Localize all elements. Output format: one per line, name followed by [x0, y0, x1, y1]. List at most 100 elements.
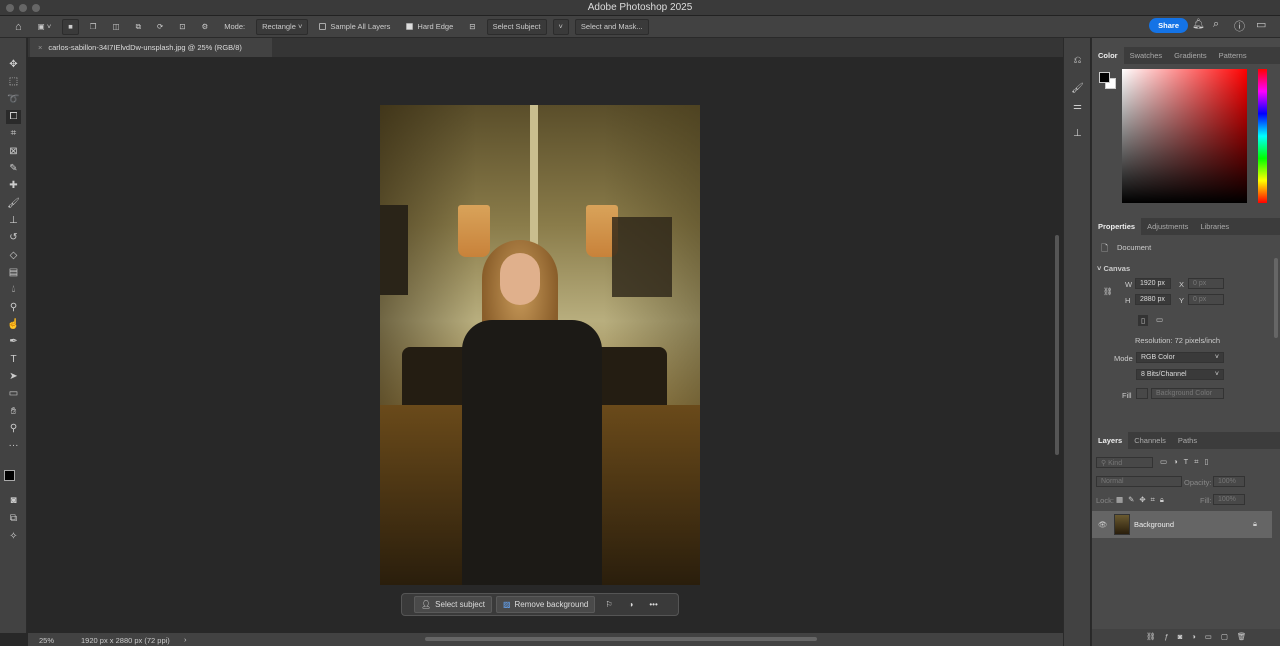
- rectangle-tool-icon[interactable]: ▭: [6, 387, 21, 401]
- new-selection-icon[interactable]: ■: [62, 18, 79, 35]
- more-tools-icon[interactable]: ···: [6, 439, 21, 453]
- sample-all-layers-checkbox[interactable]: Sample All Layers: [314, 19, 395, 35]
- opacity-field[interactable]: 100%: [1213, 476, 1245, 487]
- gradient-tool-icon[interactable]: ▤: [6, 266, 21, 280]
- generative-icon[interactable]: ✧: [6, 530, 21, 544]
- vertical-scrollbar[interactable]: [1055, 235, 1059, 455]
- intersect-selection-icon[interactable]: ⧉: [131, 19, 146, 35]
- canvas-section-toggle[interactable]: ˅ Canvas: [1097, 264, 1130, 273]
- sample-icon[interactable]: ⊡: [174, 19, 190, 35]
- stamp-tool-icon[interactable]: ⊥: [6, 214, 21, 228]
- tab-libraries[interactable]: Libraries: [1194, 218, 1235, 235]
- eye-icon[interactable]: 👁︎: [1098, 520, 1108, 529]
- hue-slider[interactable]: [1258, 69, 1267, 203]
- path-selection-icon[interactable]: ➤: [6, 370, 21, 384]
- color-field[interactable]: [1122, 69, 1247, 203]
- help-icon[interactable]: ⓘ: [1234, 18, 1245, 34]
- tab-properties[interactable]: Properties: [1092, 218, 1142, 235]
- x-field[interactable]: 0 px: [1188, 278, 1224, 289]
- workspace-icon[interactable]: ▭: [1256, 18, 1266, 31]
- type-tool-icon[interactable]: T: [6, 353, 21, 367]
- layer-kind-filter[interactable]: ⚲ Kind: [1096, 457, 1153, 468]
- select-subject-button[interactable]: Select Subject: [486, 18, 547, 35]
- hand-tool-icon[interactable]: ✋︎: [6, 405, 21, 419]
- contextual-task-bar: 👤︎ Select subject ▨ Remove background ⚐ ◑ …: [401, 593, 679, 616]
- remove-background-button[interactable]: ▨ Remove background: [495, 596, 596, 613]
- width-field[interactable]: 1920 px: [1135, 278, 1171, 289]
- refresh-icon[interactable]: ⟳: [152, 19, 168, 35]
- lasso-ctx-icon[interactable]: ⚐: [599, 596, 618, 613]
- subtract-selection-icon[interactable]: ◫: [107, 19, 124, 35]
- brush-tool-icon[interactable]: 🖌︎: [6, 197, 21, 211]
- bit-depth-select[interactable]: 8 Bits/Channel ˅: [1136, 369, 1224, 380]
- tab-paths[interactable]: Paths: [1172, 432, 1203, 449]
- smudge-tool-icon[interactable]: ☝: [6, 318, 21, 332]
- layer-actions-icons[interactable]: ⛓ƒ◙◑▭▢🗑︎: [1146, 632, 1255, 641]
- status-menu-arrow[interactable]: ›: [184, 635, 187, 644]
- brush-panel-icon[interactable]: 🖌︎: [1070, 82, 1085, 96]
- blend-mode-select[interactable]: Normal: [1096, 476, 1182, 487]
- document-tab[interactable]: × carlos-sabillon-34I7IElvdDw-unsplash.jp…: [30, 38, 272, 57]
- fill-select[interactable]: Background Color: [1151, 388, 1224, 399]
- portrait-orientation-icon[interactable]: ▯: [1138, 315, 1149, 326]
- tab-layers[interactable]: Layers: [1092, 432, 1129, 449]
- gear-icon[interactable]: ⚙: [197, 19, 214, 35]
- eyedropper-tool-icon[interactable]: ✎: [6, 162, 21, 176]
- search-icon[interactable]: ⌕: [1213, 18, 1219, 31]
- history-brush-icon[interactable]: ↺: [6, 231, 21, 245]
- link-icon[interactable]: ⛓: [1103, 287, 1113, 296]
- select-subject-ctx-button[interactable]: 👤︎ Select subject: [414, 596, 492, 613]
- healing-brush-icon[interactable]: ✚: [6, 179, 21, 193]
- tool-preset-icon[interactable]: ▣ ˅: [33, 19, 57, 35]
- tab-gradients[interactable]: Gradients: [1168, 47, 1213, 64]
- layer-fill-field[interactable]: 100%: [1213, 494, 1245, 505]
- mask-ctx-icon[interactable]: ◑: [623, 596, 640, 613]
- dodge-tool-icon[interactable]: ⚲: [6, 301, 21, 315]
- feedback-icon[interactable]: ⊟: [464, 19, 480, 35]
- tab-channels[interactable]: Channels: [1128, 432, 1172, 449]
- select-subject-dropdown[interactable]: ˅: [552, 18, 569, 35]
- tab-adjustments[interactable]: Adjustments: [1141, 218, 1194, 235]
- close-tab-icon[interactable]: ×: [38, 43, 42, 52]
- object-selection-tool-icon[interactable]: ⧠: [6, 110, 21, 124]
- landscape-orientation-icon[interactable]: ▭: [1156, 315, 1163, 324]
- foreground-color-swatch[interactable]: [4, 470, 15, 481]
- history-panel-icon[interactable]: ⎌: [1070, 54, 1085, 68]
- pen-tool-icon[interactable]: ✒: [6, 335, 21, 349]
- hard-edge-checkbox[interactable]: Hard Edge: [401, 19, 458, 35]
- add-selection-icon[interactable]: ❐: [85, 19, 102, 35]
- home-icon[interactable]: ⌂: [10, 19, 27, 35]
- canvas-image[interactable]: [380, 105, 700, 585]
- frame-tool-icon[interactable]: ⊠: [6, 145, 21, 159]
- clone-source-panel-icon[interactable]: ⊥: [1070, 127, 1085, 141]
- share-button[interactable]: Share: [1149, 18, 1188, 33]
- fill-swatch[interactable]: [1136, 388, 1148, 399]
- blur-tool-icon[interactable]: 💧︎: [6, 283, 21, 297]
- horizontal-scrollbar[interactable]: [425, 637, 817, 641]
- zoom-tool-icon[interactable]: ⚲: [6, 422, 21, 436]
- lock-icons[interactable]: ▦✎✥⌗🔒︎: [1116, 495, 1169, 505]
- tab-color[interactable]: Color: [1092, 47, 1124, 64]
- select-and-mask-button[interactable]: Select and Mask...: [574, 18, 649, 35]
- layer-row[interactable]: 👁︎ Background 🔒︎: [1092, 511, 1272, 538]
- bell-icon[interactable]: 🔔︎: [1192, 19, 1205, 30]
- height-field[interactable]: 2880 px: [1135, 294, 1171, 305]
- more-options-button[interactable]: •••: [643, 596, 663, 613]
- foreground-color-swatch[interactable]: [1099, 72, 1110, 83]
- mode-select[interactable]: Rectangle ˅: [256, 18, 309, 35]
- move-tool-icon[interactable]: ✥: [6, 58, 21, 72]
- layer-filter-icons[interactable]: ▭◑T⌗▯: [1160, 457, 1215, 467]
- marquee-tool-icon[interactable]: ⬚: [6, 75, 21, 89]
- lasso-tool-icon[interactable]: ➰: [6, 93, 21, 107]
- quick-mask-icon[interactable]: ◙: [6, 494, 21, 508]
- tab-patterns[interactable]: Patterns: [1213, 47, 1253, 64]
- adjustments-panel-icon[interactable]: ⚌: [1070, 100, 1085, 114]
- screen-mode-icon[interactable]: ⧉: [6, 512, 21, 526]
- zoom-level[interactable]: 25%: [39, 636, 54, 645]
- color-mode-select[interactable]: RGB Color ˅: [1136, 352, 1224, 363]
- crop-tool-icon[interactable]: ⌗: [6, 127, 21, 141]
- y-field[interactable]: 0 px: [1188, 294, 1224, 305]
- tab-swatches[interactable]: Swatches: [1124, 47, 1169, 64]
- properties-scrollbar[interactable]: [1274, 258, 1278, 338]
- eraser-tool-icon[interactable]: ◇: [6, 249, 21, 263]
